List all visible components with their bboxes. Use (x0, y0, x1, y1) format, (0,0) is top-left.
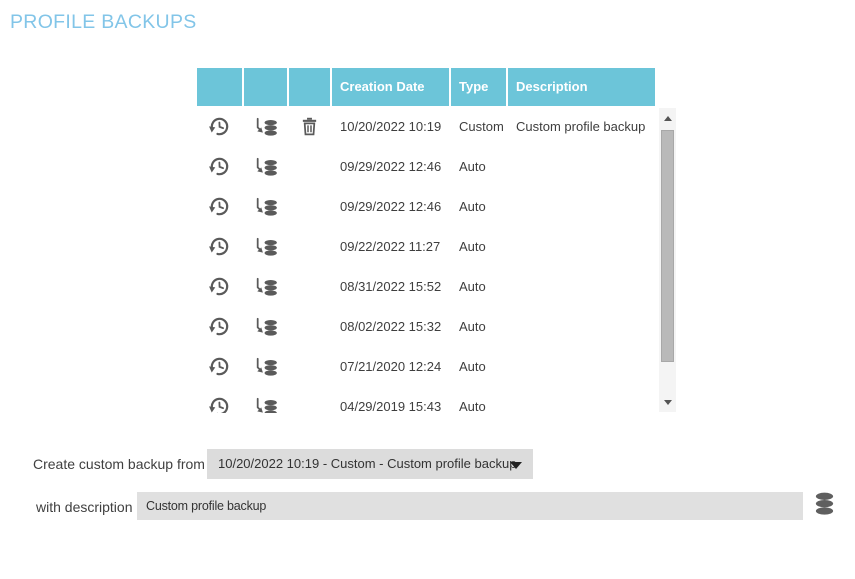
cell-creation-date: 09/22/2022 11:27 (332, 239, 449, 254)
apply-backup-database-icon[interactable] (253, 116, 278, 136)
table-scrollbar[interactable] (659, 108, 676, 412)
restore-backup-icon[interactable] (208, 195, 231, 218)
table-header: Creation Date Type Description (197, 68, 656, 106)
table-row: 10/20/2022 10:19 Custom Custom profile b… (197, 106, 656, 146)
scroll-up-icon[interactable] (659, 110, 676, 126)
restore-backup-icon[interactable] (208, 275, 231, 298)
caret-down-icon (510, 462, 522, 469)
create-backup-database-icon[interactable] (814, 491, 835, 516)
backup-source-selected-value: 10/20/2022 10:19 - Custom - Custom profi… (207, 449, 533, 479)
cell-type: Auto (451, 199, 506, 214)
page-title: PROFILE BACKUPS (10, 11, 197, 34)
cell-type: Auto (451, 359, 506, 374)
restore-backup-icon[interactable] (208, 115, 231, 138)
cell-creation-date: 07/21/2020 12:24 (332, 359, 449, 374)
delete-backup-trash-icon[interactable] (299, 115, 320, 137)
table-row: 04/29/2019 15:43 Auto (197, 386, 656, 413)
apply-backup-database-icon[interactable] (253, 356, 278, 376)
apply-backup-database-icon[interactable] (253, 396, 278, 413)
cell-type: Auto (451, 279, 506, 294)
restore-backup-icon[interactable] (208, 355, 231, 378)
table-row: 07/21/2020 12:24 Auto (197, 346, 656, 386)
scroll-down-icon[interactable] (659, 394, 676, 410)
header-delete-col (289, 68, 330, 106)
backup-source-select[interactable]: 10/20/2022 10:19 - Custom - Custom profi… (207, 449, 533, 479)
cell-creation-date: 09/29/2022 12:46 (332, 199, 449, 214)
table-row: 09/29/2022 12:46 Auto (197, 186, 656, 226)
cell-creation-date: 04/29/2019 15:43 (332, 399, 449, 414)
cell-description: Custom profile backup (508, 119, 655, 134)
restore-backup-icon[interactable] (208, 395, 231, 414)
scrollbar-thumb[interactable] (661, 130, 674, 362)
cell-type: Auto (451, 399, 506, 414)
apply-backup-database-icon[interactable] (253, 276, 278, 296)
cell-type: Custom (451, 119, 506, 134)
table-row: 09/22/2022 11:27 Auto (197, 226, 656, 266)
header-creation-date: Creation Date (332, 68, 449, 106)
cell-creation-date: 09/29/2022 12:46 (332, 159, 449, 174)
restore-backup-icon[interactable] (208, 315, 231, 338)
cell-creation-date: 08/31/2022 15:52 (332, 279, 449, 294)
create-backup-label: Create custom backup from (33, 456, 205, 472)
table-body: 10/20/2022 10:19 Custom Custom profile b… (197, 106, 656, 413)
header-type: Type (451, 68, 506, 106)
cell-type: Auto (451, 159, 506, 174)
apply-backup-database-icon[interactable] (253, 156, 278, 176)
table-row: 09/29/2022 12:46 Auto (197, 146, 656, 186)
apply-backup-database-icon[interactable] (253, 236, 278, 256)
cell-creation-date: 10/20/2022 10:19 (332, 119, 449, 134)
cell-type: Auto (451, 239, 506, 254)
restore-backup-icon[interactable] (208, 235, 231, 258)
apply-backup-database-icon[interactable] (253, 196, 278, 216)
restore-backup-icon[interactable] (208, 155, 231, 178)
cell-creation-date: 08/02/2022 15:32 (332, 319, 449, 334)
description-label: with description (36, 499, 133, 515)
profile-backups-page: { "page": { "title": "PROFILE BACKUPS" }… (0, 0, 855, 579)
table-row: 08/31/2022 15:52 Auto (197, 266, 656, 306)
apply-backup-database-icon[interactable] (253, 316, 278, 336)
cell-type: Auto (451, 319, 506, 334)
table-row: 08/02/2022 15:32 Auto (197, 306, 656, 346)
description-input[interactable] (137, 492, 803, 520)
header-description: Description (508, 68, 655, 106)
header-restore-col (197, 68, 242, 106)
backups-table: Creation Date Type Description 10/20/202… (197, 68, 656, 413)
header-apply-col (244, 68, 287, 106)
